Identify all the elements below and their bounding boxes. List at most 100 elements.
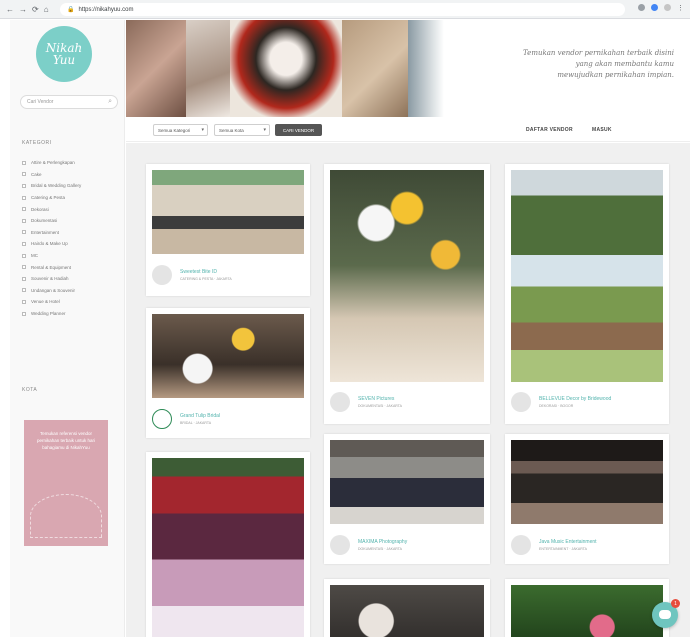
category-label: Rental & Equipment: [31, 264, 72, 270]
checkbox[interactable]: [22, 218, 26, 223]
category-item[interactable]: Dekorasi: [22, 203, 122, 215]
category-item[interactable]: Bridal & Wedding Gallery: [22, 180, 122, 192]
vendor-photo-band: [511, 440, 663, 524]
category-select[interactable]: Semua Kategori ▾: [153, 124, 208, 136]
category-item[interactable]: MC: [22, 250, 122, 262]
hero-tagline: Temukan vendor pernikahan terbaik disini…: [474, 48, 674, 81]
category-list: Attire & Perlengkapan Cake Bridal & Weddin…: [22, 157, 122, 319]
vendor-avatar: [330, 535, 350, 555]
search-icon[interactable]: ⌕: [108, 98, 112, 106]
vendor-avatar: [330, 392, 350, 412]
menu-icon[interactable]: ⋮: [677, 4, 684, 12]
vendor-name[interactable]: Grand Tulip Bridal: [180, 413, 220, 420]
hero-photo-gift-box: [230, 20, 342, 117]
vendor-card[interactable]: Java Music Entertainment ENTERTAINMENT ·…: [505, 434, 669, 564]
category-label: Entertainment: [31, 229, 60, 235]
search-placeholder: Cari Vendor: [27, 99, 54, 105]
checkbox[interactable]: [22, 288, 26, 293]
category-label: Cake: [31, 171, 42, 177]
sidebar: Nikah Yuu Cari Vendor ⌕ KATEGORI Attire …: [10, 20, 125, 637]
address-bar[interactable]: 🔒 https://nikahyuu.com: [60, 3, 625, 16]
checkbox[interactable]: [22, 311, 26, 316]
vendor-meta: Sweetest Bite ID CATERING & PESTA · JAKA…: [152, 262, 232, 288]
checkbox[interactable]: [22, 276, 26, 281]
vendor-card[interactable]: BELLEVUE Decor by Bridewood DEKORASI · B…: [505, 164, 669, 424]
vendor-name[interactable]: Java Music Entertainment: [539, 539, 597, 546]
checkbox[interactable]: [22, 183, 26, 188]
vendor-category: BRIDAL · JAKARTA: [180, 420, 212, 425]
checkbox[interactable]: [22, 265, 26, 270]
vendor-photo-balloon-release: [330, 170, 484, 382]
star-icon[interactable]: [664, 4, 671, 11]
vendor-category: DEKORASI · BOGOR: [539, 403, 574, 408]
extension-icon[interactable]: [638, 4, 645, 11]
vendor-avatar: [511, 392, 531, 412]
checkbox[interactable]: [22, 253, 26, 258]
chat-icon: [659, 610, 671, 619]
select-value: Semua Kategori: [158, 127, 191, 133]
category-item[interactable]: Undangan & Souvenir: [22, 285, 122, 297]
vendor-photo-decor: [152, 458, 304, 637]
vendor-photo-garden: [511, 585, 663, 637]
checkbox[interactable]: [22, 230, 26, 235]
category-item[interactable]: Dokumentasi: [22, 215, 122, 227]
vendor-grid: Sweetest Bite ID CATERING & PESTA · JAKA…: [126, 143, 690, 637]
vendor-card[interactable]: [505, 579, 669, 637]
vendor-card[interactable]: Grand Tulip Bridal BRIDAL · JAKARTA: [146, 308, 310, 438]
category-item[interactable]: Venue & Hotel: [22, 296, 122, 308]
vendor-category: ENTERTAINMENT · JAKARTA: [539, 546, 587, 551]
forward-icon[interactable]: →: [19, 5, 27, 14]
vendor-name[interactable]: MAXIMA Photography: [358, 539, 407, 546]
vendor-meta: Grand Tulip Bridal BRIDAL · JAKARTA: [152, 406, 220, 432]
reload-icon[interactable]: ⟳: [32, 5, 39, 14]
logo-text: Yuu: [52, 53, 76, 67]
category-item[interactable]: Hairdo & Make Up: [22, 238, 122, 250]
home-icon[interactable]: ⌂: [44, 5, 49, 14]
site-logo[interactable]: Nikah Yuu: [36, 26, 92, 82]
back-icon[interactable]: ←: [6, 5, 14, 14]
register-vendor-link[interactable]: DAFTAR VENDOR: [526, 127, 573, 133]
category-item[interactable]: Catering & Pesta: [22, 192, 122, 204]
checkbox[interactable]: [22, 241, 26, 246]
search-vendor-button[interactable]: CARI VENDOR: [275, 124, 322, 136]
category-item[interactable]: Rental & Equipment: [22, 261, 122, 273]
vendor-card[interactable]: [146, 452, 310, 637]
category-item[interactable]: Souvenir & Hadiah: [22, 273, 122, 285]
login-link[interactable]: MASUK: [592, 127, 612, 133]
category-label: Hairdo & Make Up: [31, 241, 68, 247]
checkbox[interactable]: [22, 207, 26, 212]
promo-banner[interactable]: Temukan referensi vendor pernikahan terb…: [24, 420, 108, 546]
vendor-card[interactable]: Sweetest Bite ID CATERING & PESTA · JAKA…: [146, 164, 310, 296]
vendor-meta: Java Music Entertainment ENTERTAINMENT ·…: [511, 532, 597, 558]
vendor-name[interactable]: Sweetest Bite ID: [180, 269, 232, 276]
chat-widget-button[interactable]: 1: [652, 599, 680, 628]
lock-icon: 🔒: [67, 7, 75, 13]
category-label: Dokumentasi: [31, 218, 58, 224]
vendor-name[interactable]: SEVEN Pictures: [358, 396, 402, 403]
category-item[interactable]: Wedding Planner: [22, 308, 122, 320]
checkbox[interactable]: [22, 160, 26, 165]
vendor-card[interactable]: SEVEN Pictures DOKUMENTASI · JAKARTA: [324, 164, 490, 424]
filter-bar: Semua Kategori ▾ Semua Kota ▾ CARI VENDO…: [126, 120, 690, 142]
vendor-name[interactable]: BELLEVUE Decor by Bridewood: [539, 396, 611, 403]
vendor-card[interactable]: [324, 579, 490, 637]
select-value: Semua Kota: [219, 127, 244, 133]
checkbox[interactable]: [22, 195, 26, 200]
browser-toolbar: ← → ⟳ ⌂ 🔒 https://nikahyuu.com ⋮: [0, 0, 690, 19]
vendor-card[interactable]: MAXIMA Photography DOKUMENTASI · JAKARTA: [324, 434, 490, 564]
search-input[interactable]: Cari Vendor ⌕: [20, 95, 118, 109]
vendor-photo-flowers: [330, 585, 484, 637]
tagline-line: Temukan vendor pernikahan terbaik disini: [523, 49, 674, 57]
checkbox[interactable]: [22, 299, 26, 304]
category-label: Attire & Perlengkapan: [31, 160, 75, 166]
category-label: Catering & Pesta: [31, 195, 66, 201]
city-select[interactable]: Semua Kota ▾: [214, 124, 270, 136]
category-item[interactable]: Entertainment: [22, 227, 122, 239]
category-item[interactable]: Cake: [22, 169, 122, 181]
extension-icon[interactable]: [651, 4, 658, 11]
category-item[interactable]: Attire & Perlengkapan: [22, 157, 122, 169]
vendor-category: DOKUMENTASI · JAKARTA: [358, 403, 402, 408]
vendor-avatar: [152, 265, 172, 285]
hero-photo-dresses: [186, 20, 230, 117]
checkbox[interactable]: [22, 172, 26, 177]
